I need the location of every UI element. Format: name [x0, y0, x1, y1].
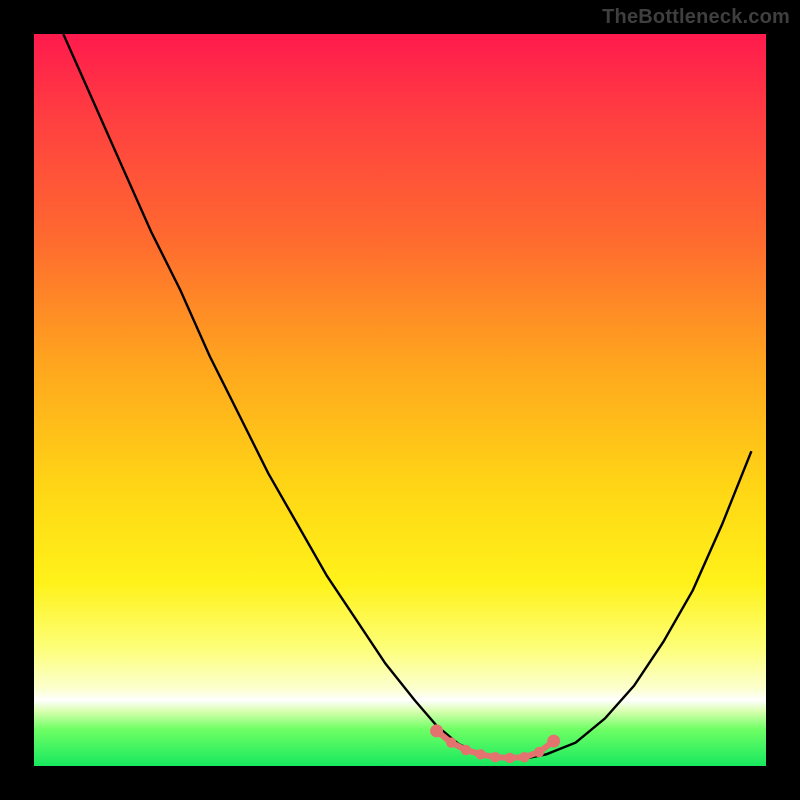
- chart-overlay: [34, 34, 766, 766]
- bottleneck-curve: [63, 34, 751, 759]
- chart-frame: TheBottleneck.com: [0, 0, 800, 800]
- watermark-text: TheBottleneck.com: [602, 6, 790, 29]
